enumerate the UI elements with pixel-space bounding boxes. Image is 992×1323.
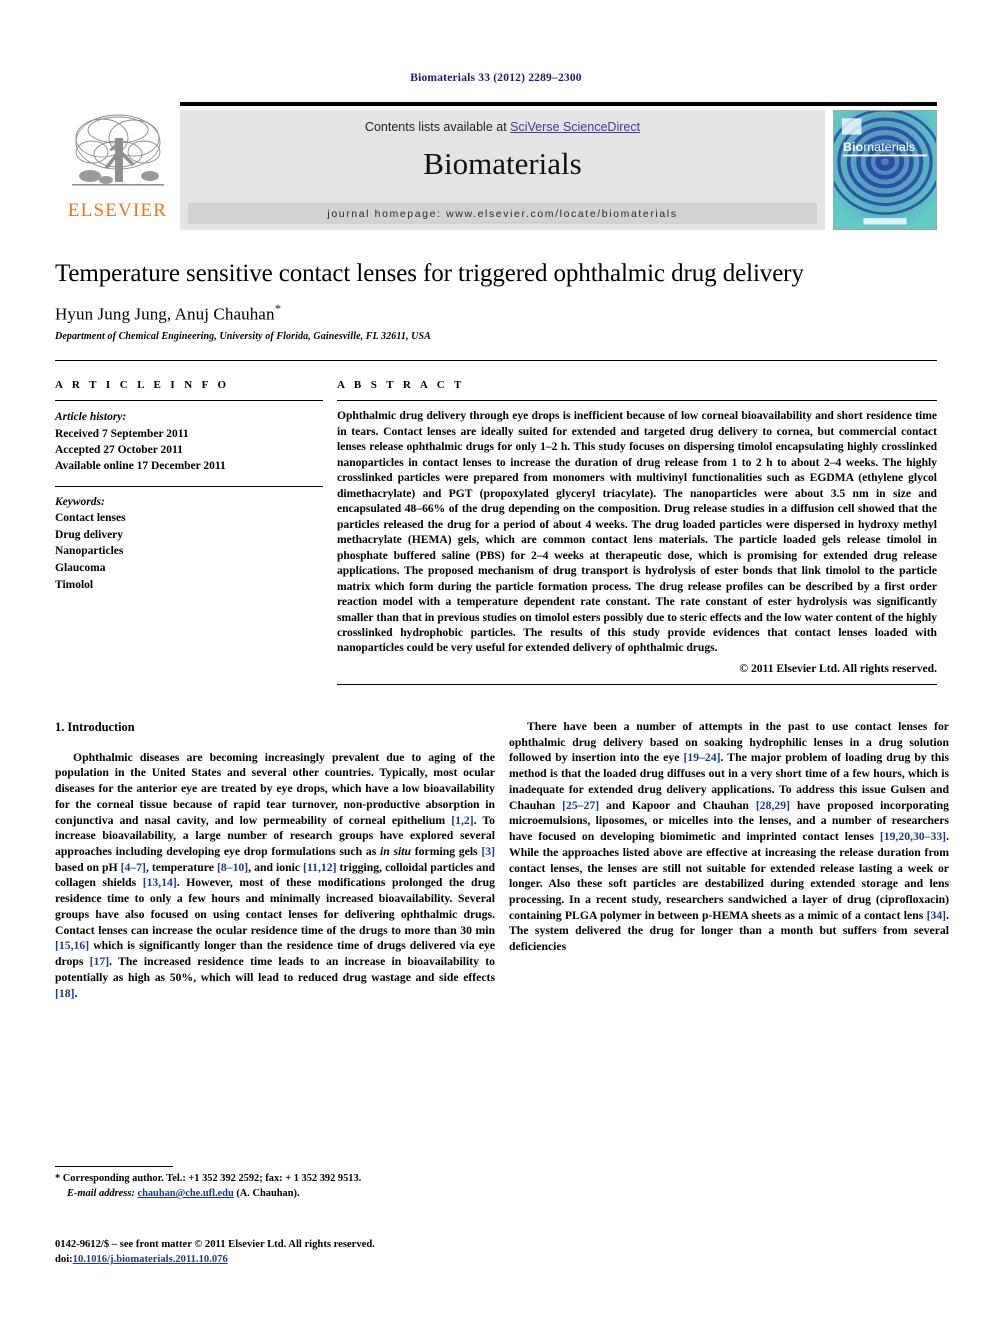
journal-homepage-bar: journal homepage: www.elsevier.com/locat… (188, 203, 817, 224)
article-info-rule (55, 400, 323, 402)
article-info-column: A R T I C L E I N F O Article history: R… (55, 379, 323, 685)
author-list: Hyun Jung Jung, Anuj Chauhan* (55, 301, 937, 325)
article-history-label: Article history: (55, 411, 127, 424)
svg-text:Bio: Bio (843, 140, 864, 153)
title-block: Temperature sensitive contact lenses for… (55, 260, 937, 342)
contents-prefix: Contents lists available at (364, 120, 511, 134)
cover-artwork: Bio materials (834, 111, 936, 229)
article-history-group: Article history: Received 7 September 20… (55, 409, 323, 474)
keywords-group: Keywords: Contact lenses Drug delivery N… (55, 494, 323, 594)
issn-copyright-block: 0142-9612/$ – see front matter © 2011 El… (55, 1237, 515, 1268)
history-accepted: Accepted 27 October 2011 (55, 444, 183, 457)
issn-line: 0142-9612/$ – see front matter © 2011 El… (55, 1239, 375, 1250)
running-head: Biomaterials 33 (2012) 2289–2300 (410, 72, 582, 84)
doi-label: doi: (55, 1254, 73, 1266)
abstract-bottom-rule (337, 683, 937, 685)
abstract-rule (337, 400, 937, 402)
body-column-right: There have been a number of attempts in … (509, 719, 949, 1001)
keywords-divider (55, 485, 323, 487)
abstract-text: Ophthalmic drug delivery through eye dro… (337, 409, 937, 655)
elsevier-wordmark: ELSEVIER (67, 200, 168, 221)
footnote-area: * Corresponding author. Tel.: +1 352 392… (55, 1166, 495, 1201)
contents-available-line: Contents lists available at SciVerse Sci… (365, 120, 640, 134)
sciencedirect-link[interactable]: SciVerse ScienceDirect (510, 120, 640, 134)
journal-header-band: ELSEVIER Contents lists available at Sci… (55, 102, 937, 234)
journal-info-panel: Contents lists available at SciVerse Sci… (180, 110, 825, 230)
body-columns: 1. Introduction Ophthalmic diseases are … (55, 719, 949, 1001)
intro-paragraph-2: There have been a number of attempts in … (509, 719, 949, 954)
keyword-item: Glaucoma (55, 562, 106, 575)
doi-line: doi:10.1016/j.biomaterials.2011.10.076 (55, 1252, 515, 1267)
abstract-column: A B S T R A C T Ophthalmic drug delivery… (337, 379, 937, 685)
article-info-label: A R T I C L E I N F O (55, 379, 230, 392)
doi-link[interactable]: 10.1016/j.biomaterials.2011.10.076 (73, 1254, 228, 1265)
footnote-rule (55, 1166, 173, 1167)
elsevier-logo: ELSEVIER (55, 102, 180, 234)
svg-text:materials: materials (863, 140, 915, 153)
journal-homepage-text[interactable]: journal homepage: www.elsevier.com/locat… (327, 208, 677, 220)
keyword-item: Nanoparticles (55, 545, 124, 558)
section-heading-introduction: 1. Introduction (55, 719, 135, 734)
paper-page: Biomaterials 33 (2012) 2289–2300 ELSEVIE… (0, 0, 992, 1323)
info-section-top-rule (55, 360, 937, 362)
email-label: E-mail address: (67, 1188, 135, 1200)
page-title: Temperature sensitive contact lenses for… (55, 260, 804, 287)
keyword-item: Drug delivery (55, 528, 124, 541)
corresponding-author-marker: * (274, 300, 282, 316)
keywords-label: Keywords: (55, 495, 105, 508)
abstract-label: A B S T R A C T (337, 379, 465, 392)
email-suffix: (A. Chauhan). (233, 1188, 300, 1200)
corresponding-author-note: * Corresponding author. Tel.: +1 352 392… (55, 1173, 362, 1184)
elsevier-tree-icon (71, 114, 164, 186)
history-received: Received 7 September 2011 (55, 427, 189, 440)
abstract-copyright: © 2011 Elsevier Ltd. All rights reserved… (739, 661, 937, 675)
history-available-online: Available online 17 December 2011 (55, 460, 226, 473)
info-abstract-row: A R T I C L E I N F O Article history: R… (55, 379, 937, 685)
email-link[interactable]: chauhan@che.ufl.edu (137, 1188, 233, 1199)
affiliation: Department of Chemical Engineering, Univ… (55, 331, 431, 343)
intro-paragraph-1: Ophthalmic diseases are becoming increas… (55, 750, 496, 1000)
body-column-left: 1. Introduction Ophthalmic diseases are … (55, 719, 495, 1001)
journal-cover-thumbnail: Bio materials (833, 110, 937, 230)
author-names: Hyun Jung Jung, Anuj Chauhan (55, 304, 275, 324)
keyword-item: Timolol (55, 578, 94, 591)
journal-title: Biomaterials (423, 146, 582, 181)
keyword-item: Contact lenses (55, 512, 126, 525)
email-note: E-mail address: chauhan@che.ufl.edu (A. … (55, 1186, 495, 1201)
